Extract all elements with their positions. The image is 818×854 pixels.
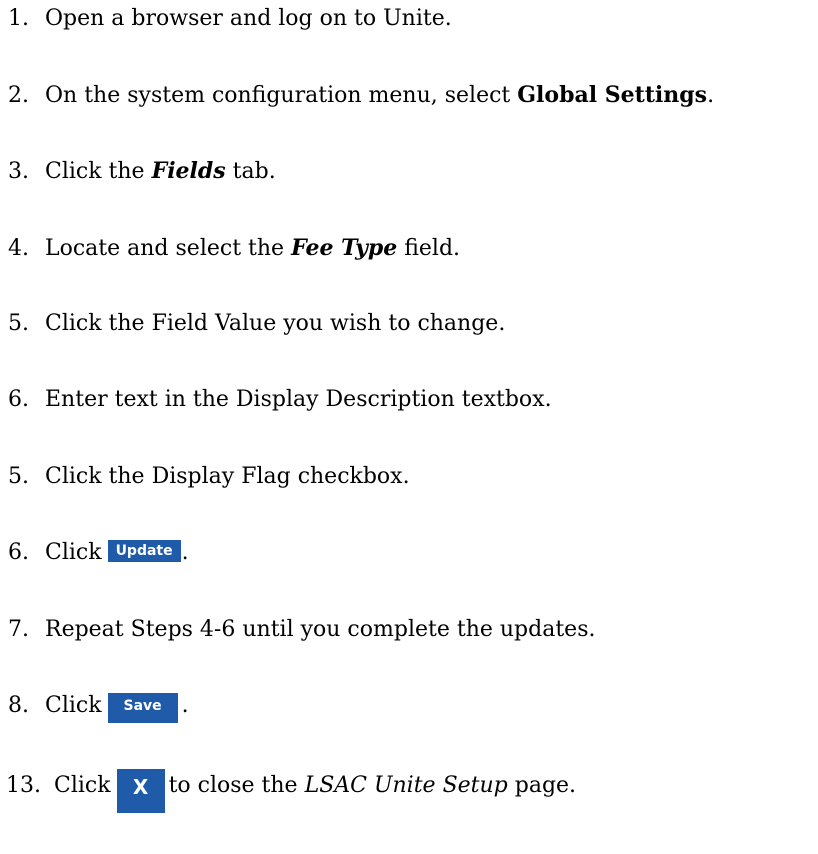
step-8: 6. Click Update. xyxy=(8,538,818,568)
step-text: On the system configuration menu, select xyxy=(45,83,518,108)
step-text-end: . xyxy=(181,693,189,718)
menu-item-name: Global Settings xyxy=(517,82,708,108)
step-text-mid: to close the xyxy=(168,773,305,798)
step-number: 3. xyxy=(8,159,29,184)
step-text: Open a browser and log on to Unite. xyxy=(45,6,452,31)
step-7: 5. Click the Display Flag checkbox. xyxy=(8,462,818,492)
step-number: 8. xyxy=(8,693,29,718)
step-number: 5. xyxy=(8,464,29,489)
step-text: Click the Field Value you wish to change… xyxy=(45,311,506,336)
step-1: 1. Open a browser and log on to Unite. xyxy=(8,4,818,34)
step-text: Locate and select the xyxy=(45,236,292,261)
step-text-end: page. xyxy=(507,773,577,798)
update-button[interactable]: Update xyxy=(107,540,181,562)
step-text: Enter text in the Display Description te… xyxy=(45,387,552,412)
step-2: 2. On the system configuration menu, sele… xyxy=(8,80,818,111)
close-button[interactable]: X xyxy=(116,769,165,813)
step-number: 6. xyxy=(8,387,29,412)
step-text-end: . xyxy=(707,83,715,108)
step-number: 2. xyxy=(8,83,29,108)
step-11: 13. Click Xto close the LSAC Unite Setup p… xyxy=(6,767,818,813)
step-number: 13. xyxy=(6,773,41,798)
save-button[interactable]: Save xyxy=(107,693,178,723)
step-text: Click xyxy=(54,773,111,798)
step-number: 1. xyxy=(8,6,29,31)
step-number: 5. xyxy=(8,311,29,336)
step-text: Repeat Steps 4-6 until you complete the … xyxy=(45,617,596,642)
step-9: 7. Repeat Steps 4-6 until you complete th… xyxy=(8,615,818,645)
step-text-end: field. xyxy=(397,236,461,261)
field-name: Fee Type xyxy=(291,235,398,261)
step-text-end: . xyxy=(181,540,189,565)
step-3: 3. Click the Fields tab. xyxy=(8,156,818,187)
step-5: 5. Click the Field Value you wish to chan… xyxy=(8,309,818,339)
page-name: LSAC Unite Setup xyxy=(304,773,508,798)
step-10: 8. Click Save. xyxy=(8,691,818,725)
step-text: Click the Display Flag checkbox. xyxy=(45,464,410,489)
step-text-end: tab. xyxy=(225,159,276,184)
step-6: 6. Enter text in the Display Description … xyxy=(8,385,818,415)
step-number: 4. xyxy=(8,236,29,261)
step-text: Click xyxy=(45,540,102,565)
step-4: 4. Locate and select the Fee Type field. xyxy=(8,233,818,264)
step-text: Click the xyxy=(45,159,152,184)
step-number: 7. xyxy=(8,617,29,642)
tab-name: Fields xyxy=(151,158,226,184)
step-number: 6. xyxy=(8,540,29,565)
step-text: Click xyxy=(45,693,102,718)
